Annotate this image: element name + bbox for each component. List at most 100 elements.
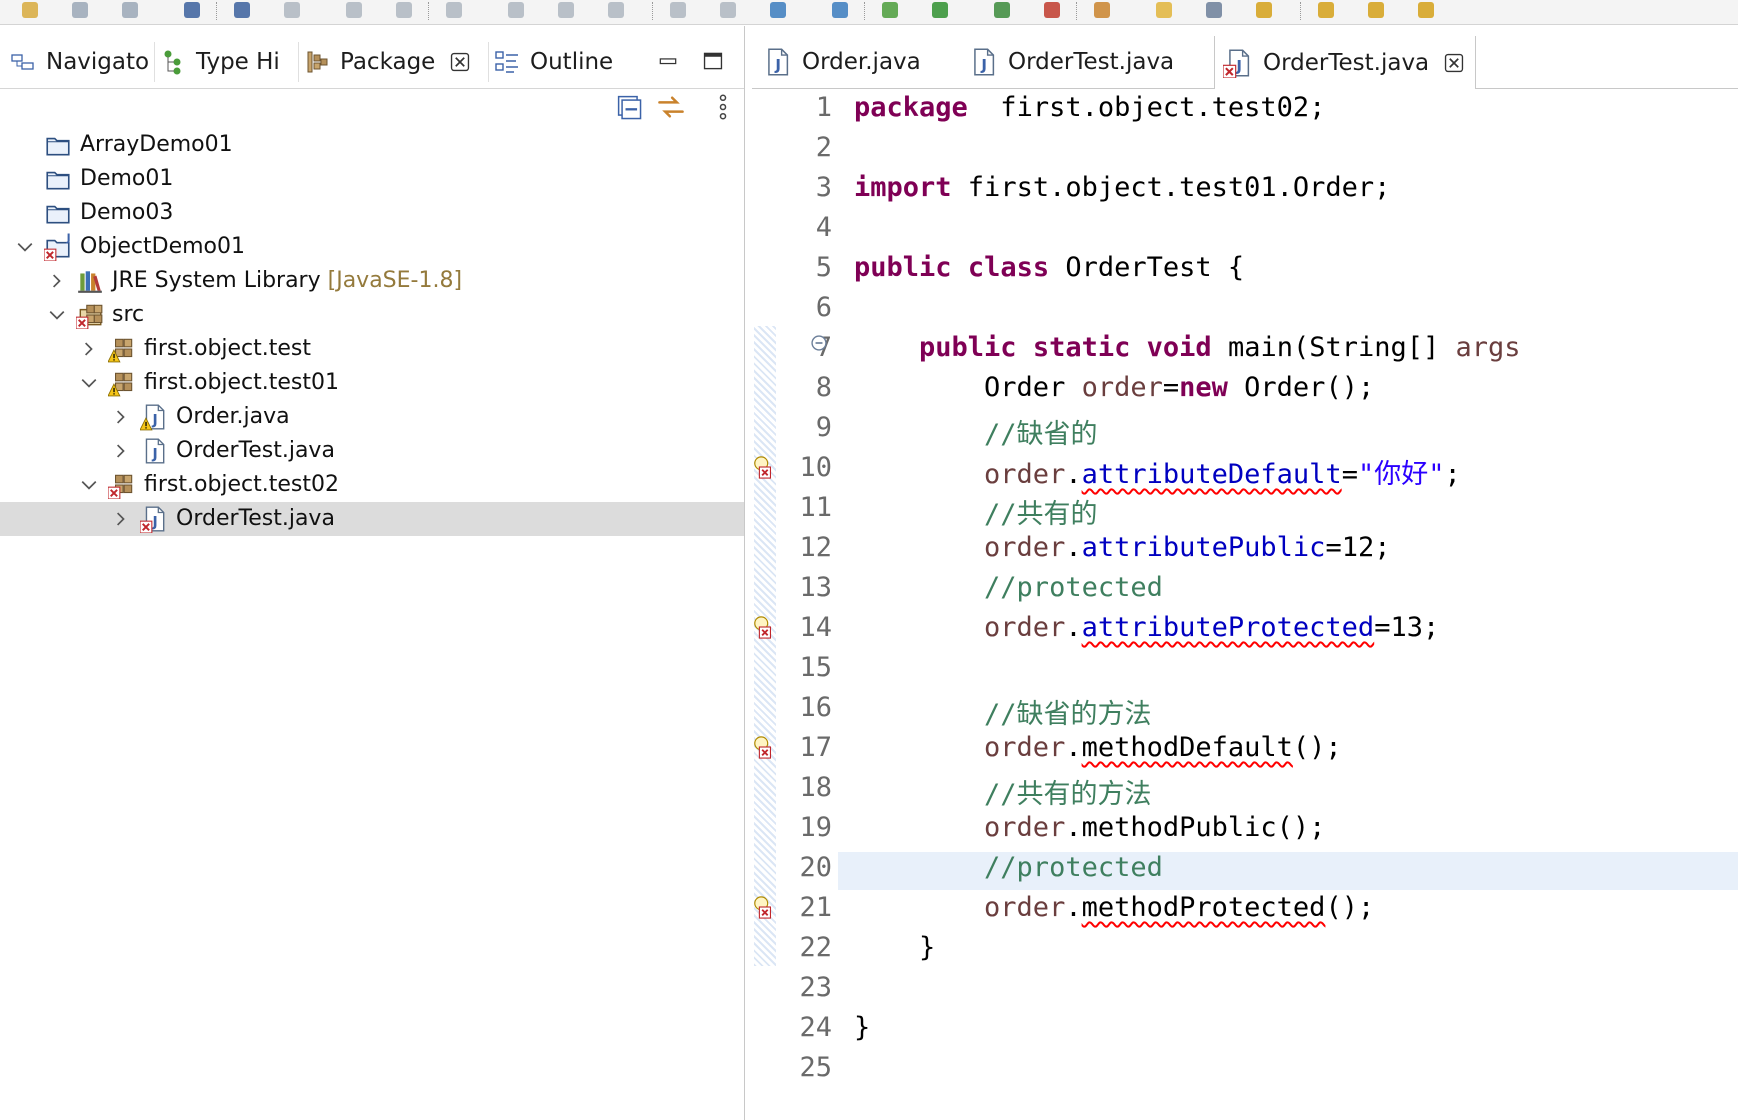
minimize-icon[interactable] — [658, 52, 678, 72]
save-all-icon[interactable] — [118, 0, 142, 22]
tree-item[interactable]: Demo01 — [0, 162, 744, 196]
chevron-right-icon[interactable] — [46, 269, 68, 293]
pencil-icon[interactable] — [1152, 0, 1176, 22]
line-number: 6 — [815, 292, 832, 323]
print-icon[interactable] — [180, 0, 204, 22]
globe-icon[interactable] — [766, 0, 790, 22]
tree-item[interactable]: J OrderTest.java — [0, 434, 744, 468]
code-line[interactable]: 4 — [752, 210, 1738, 250]
chevron-right-icon[interactable] — [110, 439, 132, 463]
code-token: . — [1065, 732, 1082, 763]
tab-package[interactable]: Package — [304, 36, 472, 88]
save-icon[interactable] — [68, 0, 92, 22]
code-line[interactable]: 8 Order order=new Order(); — [752, 370, 1738, 410]
code-line[interactable]: 5 public class OrderTest { — [752, 250, 1738, 290]
code-line[interactable]: 15 — [752, 650, 1738, 690]
tree-item[interactable]: JRE System Library [JavaSE-1.8] — [0, 264, 744, 298]
search-icon[interactable] — [230, 0, 254, 22]
tab-navigato[interactable]: Navigato — [10, 36, 149, 88]
tab-outline[interactable]: Outline — [494, 36, 613, 88]
code-text: //protected — [854, 852, 1163, 883]
code-line[interactable]: 9 //缺省的 — [752, 410, 1738, 450]
terminate-icon[interactable] — [392, 0, 416, 22]
tree-item[interactable]: first.object.test02 — [0, 468, 744, 502]
tab-type-hi[interactable]: Type Hi — [160, 36, 280, 88]
code-line[interactable]: 10 order.attributeDefault="你好"; — [752, 450, 1738, 490]
chevron-right-icon[interactable] — [110, 507, 132, 531]
run-server-icon[interactable] — [828, 0, 852, 22]
tree-item[interactable]: J OrderTest.java — [0, 502, 744, 536]
tree-item[interactable]: first.object.test — [0, 332, 744, 366]
code-line[interactable]: 23 — [752, 970, 1738, 1010]
code-token: order — [854, 459, 1066, 490]
tree-item[interactable]: src — [0, 298, 744, 332]
code-line[interactable]: 3 import first.object.test01.Order; — [752, 170, 1738, 210]
open-type-icon[interactable] — [1090, 0, 1114, 22]
code-token: Order(); — [1227, 372, 1375, 403]
chevron-right-icon[interactable] — [78, 337, 100, 361]
code-line[interactable]: 14 order.attributeProtected=13; — [752, 610, 1738, 650]
code-line[interactable]: 18 //共有的方法 — [752, 770, 1738, 810]
code-line[interactable]: 19 order.methodPublic(); — [752, 810, 1738, 850]
suspend-icon[interactable] — [342, 0, 366, 22]
collapse-all-icon[interactable] — [614, 92, 644, 126]
line-number: 13 — [799, 572, 832, 603]
maximize-icon[interactable] — [702, 50, 724, 72]
tree-item[interactable]: ArrayDemo01 — [0, 128, 744, 162]
use-step-filters-icon[interactable] — [716, 0, 740, 22]
fold-icon[interactable] — [810, 334, 828, 352]
code-line[interactable]: 20 //protected — [752, 850, 1738, 890]
run-icon[interactable] — [928, 0, 952, 22]
code-line[interactable]: 17 order.methodDefault(); — [752, 730, 1738, 770]
code-line[interactable]: 2 — [752, 130, 1738, 170]
java-project-error-icon: J — [43, 232, 72, 262]
editor-tab[interactable]: J OrderTest.java — [1214, 36, 1477, 89]
code-line[interactable]: 1 package first.object.test02; — [752, 90, 1738, 130]
next-annotation-icon[interactable] — [1314, 0, 1338, 22]
code-line[interactable]: 24} — [752, 1010, 1738, 1050]
code-line[interactable]: 6 — [752, 290, 1738, 330]
prev-annotation-icon[interactable] — [1252, 0, 1276, 22]
code-line[interactable]: 25 — [752, 1050, 1738, 1090]
chevron-down-icon[interactable] — [78, 371, 100, 395]
code-token: OrderTest { — [1049, 252, 1245, 283]
forward-icon[interactable] — [1414, 0, 1438, 22]
code-token: } — [854, 1012, 871, 1043]
code-line[interactable]: 22 } — [752, 930, 1738, 970]
drop-to-frame-icon[interactable] — [666, 0, 690, 22]
code-line[interactable]: 12 order.attributePublic=12; — [752, 530, 1738, 570]
tree-item[interactable]: first.object.test01 — [0, 366, 744, 400]
code-line[interactable]: 16 //缺省的方法 — [752, 690, 1738, 730]
debug-icon[interactable] — [878, 0, 902, 22]
new-icon[interactable] — [18, 0, 42, 22]
code-line[interactable]: 13 //protected — [752, 570, 1738, 610]
close-icon[interactable] — [449, 51, 471, 73]
editor-tab[interactable]: J Order.java — [762, 36, 921, 88]
chevron-down-icon[interactable] — [14, 235, 36, 259]
close-icon[interactable] — [1443, 52, 1465, 74]
coverage-icon[interactable] — [990, 0, 1014, 22]
code-line[interactable]: 7 public static void main(String[] args — [752, 330, 1738, 370]
code-text: //共有的方法 — [854, 772, 1152, 811]
chevron-right-icon[interactable] — [110, 405, 132, 429]
chevron-down-icon[interactable] — [46, 303, 68, 327]
back-icon[interactable] — [1364, 0, 1388, 22]
tree-item-decoration: [JavaSE-1.8] — [320, 268, 463, 293]
view-menu-icon[interactable] — [708, 92, 738, 126]
task-icon[interactable] — [1202, 0, 1226, 22]
tree-item[interactable]: J ObjectDemo01 — [0, 230, 744, 264]
step-over-icon[interactable] — [554, 0, 578, 22]
tree-item[interactable]: J Order.java — [0, 400, 744, 434]
step-into-icon[interactable] — [504, 0, 528, 22]
step-return-icon[interactable] — [604, 0, 628, 22]
editor-tab[interactable]: J OrderTest.java — [968, 36, 1174, 88]
external-tools-icon[interactable] — [1040, 0, 1064, 22]
resume-icon[interactable] — [280, 0, 304, 22]
disconnect-icon[interactable] — [442, 0, 466, 22]
link-with-editor-icon[interactable] — [656, 92, 686, 126]
code-line[interactable]: 21 order.methodProtected(); — [752, 890, 1738, 930]
chevron-down-icon[interactable] — [78, 473, 100, 497]
tree-item[interactable]: Demo03 — [0, 196, 744, 230]
code-line[interactable]: 11 //共有的 — [752, 490, 1738, 530]
